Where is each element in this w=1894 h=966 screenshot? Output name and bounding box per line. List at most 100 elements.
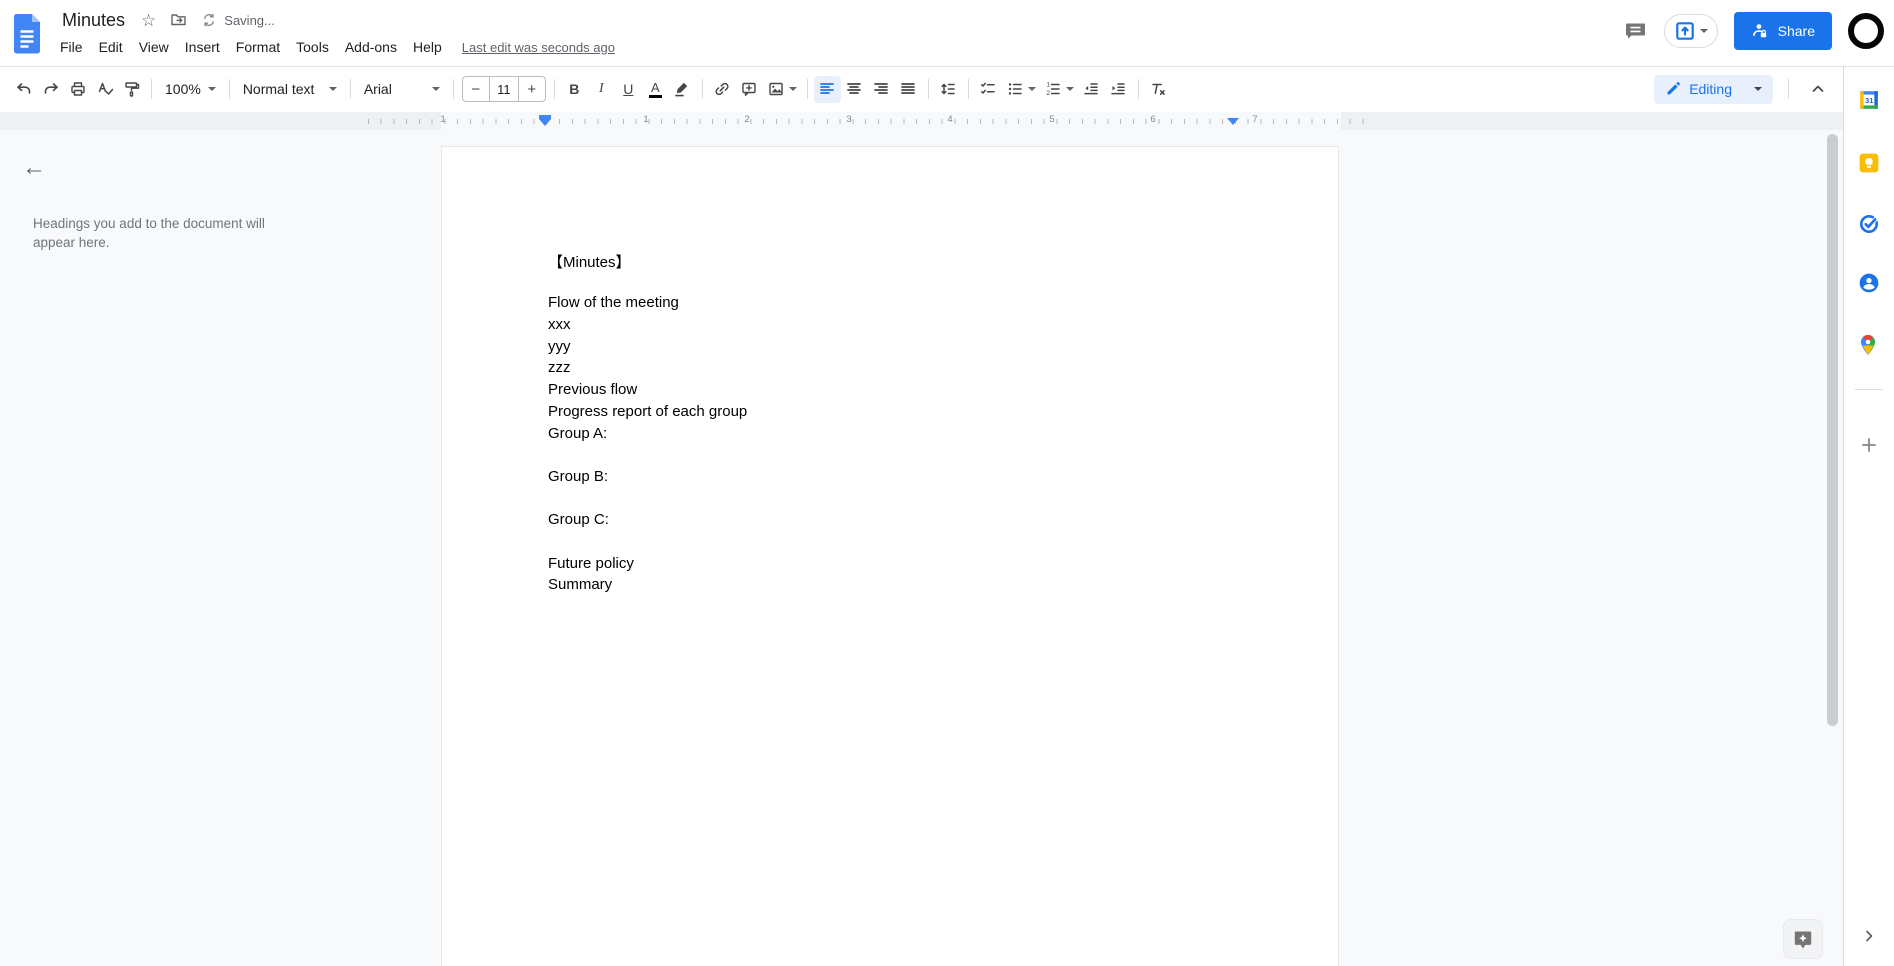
comment-history-icon[interactable] [1623,19,1648,43]
document-page[interactable]: 【Minutes】 Flow of the meeting xxx yyy zz… [441,146,1339,966]
move-folder-icon[interactable] [169,11,188,29]
italic-button[interactable]: I [588,76,615,103]
increase-indent-button[interactable] [1105,76,1132,103]
line-spacing-button[interactable] [935,76,962,103]
side-panel: 31 [1843,67,1894,966]
increase-font-size-button[interactable]: + [519,77,545,101]
toolbar-right: Editing [1654,67,1831,111]
redo-button[interactable] [37,76,64,103]
font-value: Arial [363,81,392,97]
text-color-label: A [650,79,660,95]
document-title[interactable]: Minutes [59,9,128,32]
toolbar-separator [228,79,230,99]
google-contacts-icon[interactable] [1858,272,1880,294]
undo-button[interactable] [10,76,37,103]
google-tasks-icon[interactable] [1858,213,1880,235]
last-edit-link[interactable]: Last edit was seconds ago [462,40,615,55]
star-icon[interactable]: ☆ [141,12,156,29]
toolbar-separator [1137,79,1139,99]
editing-mode-button[interactable]: Editing [1654,74,1773,104]
explore-icon [1794,931,1812,949]
doc-line: Group C: [548,511,609,529]
insert-image-button[interactable] [763,76,801,103]
outline-placeholder: Headings you add to the document will ap… [33,216,265,250]
text-color-button[interactable]: A [642,76,669,103]
font-size-value[interactable]: 11 [488,77,519,101]
align-right-button[interactable] [868,76,895,103]
account-avatar[interactable] [1848,13,1884,49]
toolbar-separator [967,79,969,99]
document-scrollbar[interactable] [1827,134,1838,726]
bullet-list-button[interactable] [1002,76,1040,103]
toolbar-separator [927,79,929,99]
chevron-down-icon [207,87,216,91]
bold-button[interactable]: B [561,76,588,103]
ruler-label: 3 [846,114,852,125]
align-left-button[interactable] [813,75,841,103]
doc-line: Progress report of each group [548,402,748,420]
ruler-label: 5 [1049,114,1055,125]
doc-line: Future policy [548,554,634,572]
menu-view[interactable]: View [131,35,177,59]
ruler-label: 4 [947,114,953,125]
google-keep-icon[interactable] [1858,152,1880,174]
decrease-font-size-button[interactable]: − [463,77,489,101]
get-addons-button[interactable] [1859,435,1879,455]
svg-text:1: 1 [1046,82,1050,89]
google-maps-icon[interactable] [1858,334,1880,356]
close-outline-icon[interactable]: ← [22,156,46,180]
hide-side-panel-button[interactable] [1860,927,1878,945]
toolbar-separator [701,79,703,99]
doc-line: Group B: [548,467,609,485]
insert-link-button[interactable] [709,76,736,103]
justify-button[interactable] [895,76,922,103]
left-indent-marker[interactable] [539,115,551,126]
google-calendar-icon[interactable]: 31 [1858,89,1880,111]
font-select[interactable]: Arial [357,76,447,103]
menu-insert[interactable]: Insert [177,35,228,59]
present-to-meeting-button[interactable] [1663,14,1718,48]
spellcheck-button[interactable] [91,76,118,103]
align-center-button[interactable] [841,76,868,103]
left-indent-triangle [539,119,551,126]
ruler-ticks [368,119,1368,124]
menu-file[interactable]: File [52,35,91,59]
toolbar-separator [349,79,351,99]
toolbar-separator [452,79,454,99]
ruler-label: 6 [1150,114,1156,125]
doc-line: Group A: [548,424,608,442]
print-button[interactable] [64,76,91,103]
numbered-list-button[interactable]: 1 2 [1040,76,1078,103]
highlight-color-button[interactable] [669,76,696,103]
docs-logo-icon[interactable] [12,13,42,54]
saving-status[interactable]: Saving... [201,12,275,28]
share-lock-icon [1752,24,1766,38]
share-button[interactable]: Share [1733,12,1832,50]
right-indent-marker[interactable] [1227,118,1239,125]
paint-format-button[interactable] [118,76,145,103]
decrease-indent-button[interactable] [1078,76,1105,103]
chevron-down-icon [328,87,337,91]
menu-edit[interactable]: Edit [91,35,131,59]
toolbar-separator [151,79,152,99]
chevron-down-icon [1027,87,1036,91]
ruler: 1 1 2 3 4 5 6 7 [0,112,1843,130]
underline-button[interactable]: U [615,76,642,103]
menu-format[interactable]: Format [228,35,288,59]
hide-menus-button[interactable] [1804,76,1831,103]
present-dropdown-caret [1699,29,1708,33]
zoom-select[interactable]: 100% [158,76,223,103]
side-panel-divider [1855,389,1883,390]
checklist-button[interactable] [975,76,1002,103]
zoom-value: 100% [165,81,201,97]
menu-addons[interactable]: Add-ons [337,35,405,59]
clear-formatting-button[interactable] [1145,76,1172,103]
style-value: Normal text [242,81,315,97]
document-canvas: ← Headings you add to the document will … [0,130,1843,966]
add-comment-button[interactable] [736,76,763,103]
document-text[interactable]: 【Minutes】 Flow of the meeting xxx yyy zz… [548,251,747,598]
styles-select[interactable]: Normal text [236,76,344,103]
menu-help[interactable]: Help [405,35,450,59]
explore-button[interactable] [1783,919,1823,959]
menu-tools[interactable]: Tools [288,35,337,59]
